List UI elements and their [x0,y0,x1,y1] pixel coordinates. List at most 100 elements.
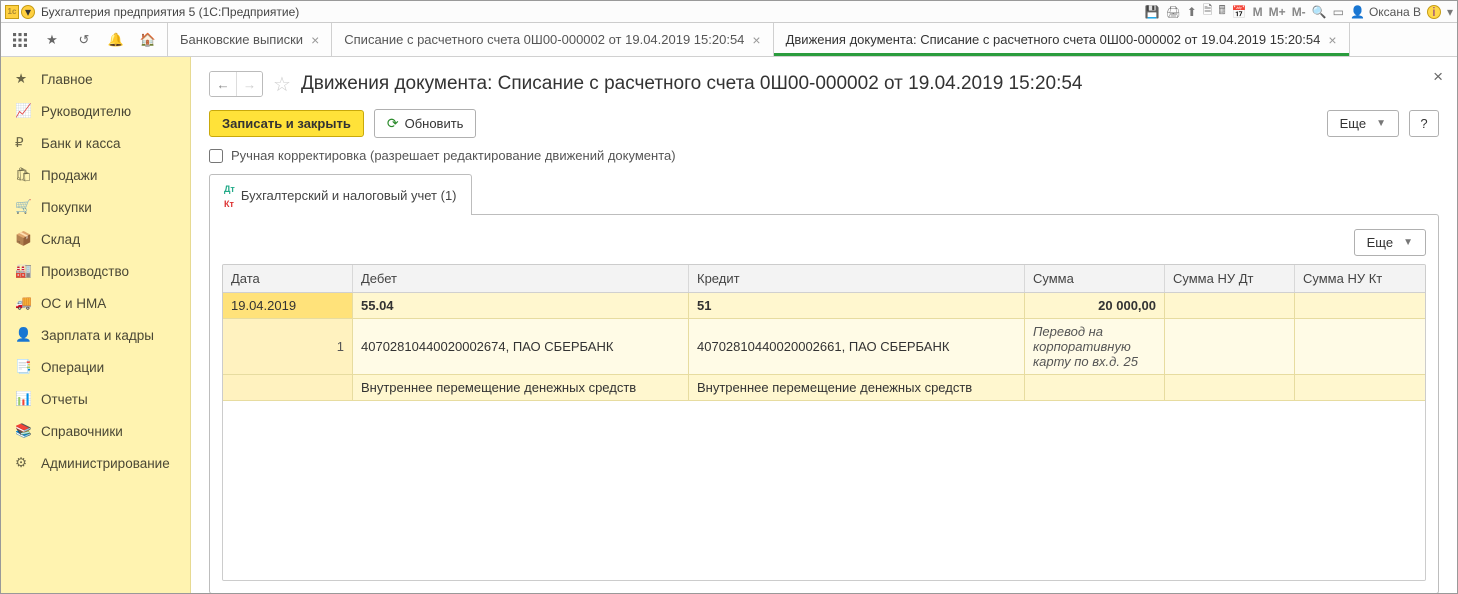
caret-down-icon: ▼ [1403,237,1413,248]
table-row[interactable]: 1 40702810440020002674, ПАО СБЕРБАНК 407… [223,319,1425,375]
col-debit[interactable]: Дебет [353,265,689,292]
ruble-icon: ₽ [15,135,31,151]
home-icon[interactable]: 🏠 [133,25,163,55]
sidebar-item-sales[interactable]: 🛍Продажи [1,159,190,191]
sidebar-item-label: Главное [41,72,93,87]
cell-credit-note: Внутреннее перемещение денежных средств [689,375,1025,401]
cell-nudt [1165,375,1295,401]
col-nukt[interactable]: Сумма НУ Кт [1295,265,1425,292]
cell-debit-note: Внутреннее перемещение денежных средств [353,375,689,401]
refresh-button[interactable]: ⟳ Обновить [374,109,477,138]
close-icon[interactable]: × [752,33,760,47]
windows-icon[interactable]: ▭ [1333,5,1344,19]
help-label: ? [1420,116,1427,131]
notifications-icon[interactable]: 🔔 [101,25,131,55]
sidebar-item-directories[interactable]: 📚Справочники [1,415,190,447]
sidebar-item-admin[interactable]: ⚙Администрирование [1,447,190,479]
sidebar-item-label: Банк и касса [41,136,121,151]
sidebar-item-label: Покупки [41,200,92,215]
sidebar-item-purchases[interactable]: 🛒 Покупки [1,191,190,223]
col-nudt[interactable]: Сумма НУ Дт [1165,265,1295,292]
tab-write-off[interactable]: Списание с расчетного счета 0Ш00-000002 … [332,23,773,56]
sidebar-item-manager[interactable]: 📈Руководителю [1,95,190,127]
star-icon: ★ [15,71,31,87]
page-close-icon[interactable]: × [1433,67,1443,87]
m-plus-icon[interactable]: M+ [1269,5,1286,19]
truck-icon: 🚚 [15,295,31,311]
apps-icon[interactable] [5,25,35,55]
dropdown-app-icon[interactable]: ▾ [21,5,35,19]
dt-kt-icon: ДтКт [224,180,235,210]
more-label: Еще [1367,235,1393,250]
favorite-icon[interactable]: ★ [37,25,67,55]
zoom-icon[interactable]: 🔍 [1312,5,1327,19]
postings-grid: Дата Дебет Кредит Сумма Сумма НУ Дт Сумм… [222,264,1426,581]
cell-credit-acc: 51 [697,298,711,313]
cell-sum: 20 000,00 [1098,298,1156,313]
print-icon[interactable]: 🖨 [1166,5,1181,19]
forward-button[interactable]: → [236,72,262,96]
panel: Еще ▼ Дата Дебет Кредит Сумма Сумма НУ Дт… [209,214,1439,593]
panel-tabs: ДтКт Бухгалтерский и налоговый учет (1) [209,173,1439,214]
tab-postings[interactable]: Движения документа: Списание с расчетног… [774,23,1350,56]
cell-nudt [1165,293,1295,319]
app-title: Бухгалтерия предприятия 5 (1С:Предприяти… [41,5,299,19]
quickbar: ★ ↺ 🔔 🏠 [1,23,168,56]
sidebar-item-production[interactable]: 🏭Производство [1,255,190,287]
table-row[interactable]: 19.04.2019 55.04 51 20 000,00 [223,293,1425,319]
more-button[interactable]: Еще▼ [1327,110,1399,137]
tab-accounting[interactable]: ДтКт Бухгалтерский и налоговый учет (1) [209,174,472,215]
close-icon[interactable]: × [311,33,319,47]
grid-more-button[interactable]: Еще ▼ [1354,229,1426,256]
tab-label: Банковские выписки [180,32,303,47]
calc-icon[interactable]: 🖩 [1219,1,1226,22]
sidebar-item-main[interactable]: ★ Главное [1,63,190,95]
col-credit[interactable]: Кредит [689,265,1025,292]
refresh-label: Обновить [405,116,464,131]
sidebar-item-label: ОС и НМА [41,296,106,311]
user-menu[interactable]: 👤 Оксана В [1350,5,1421,19]
manual-edit-checkbox[interactable] [209,149,223,163]
cell-debit-sub: 40702810440020002674, ПАО СБЕРБАНК [353,319,689,375]
save-close-button[interactable]: Записать и закрыть [209,110,364,137]
sidebar-item-operations[interactable]: 📑Операции [1,351,190,383]
export-icon[interactable]: ⬆ [1187,5,1197,19]
col-sum[interactable]: Сумма [1025,265,1165,292]
close-icon[interactable]: × [1328,33,1336,47]
app-logo-icon: 1c [5,5,19,19]
col-date[interactable]: Дата [223,265,353,292]
cell-empty [1025,375,1165,401]
appbar: ★ ↺ 🔔 🏠 Банковские выписки × Списание с … [1,23,1457,57]
help-button[interactable]: ? [1409,110,1439,137]
cell-date: 19.04.2019 [223,293,353,319]
sidebar-item-bank[interactable]: ₽ Банк и касса [1,127,190,159]
cart-icon: 🛒 [15,199,31,215]
tab-bank-statements[interactable]: Банковские выписки × [168,23,332,56]
sidebar-item-label: Операции [41,360,104,375]
sidebar-item-hr[interactable]: 👤Зарплата и кадры [1,319,190,351]
more-label: Еще [1340,116,1366,131]
m-icon[interactable]: M [1253,5,1263,19]
tab-label: Списание с расчетного счета 0Ш00-000002 … [344,32,744,47]
cell-credit-sub: 40702810440020002661, ПАО СБЕРБАНК [689,319,1025,375]
sidebar-item-assets[interactable]: 🚚 ОС и НМА [1,287,190,319]
sidebar-item-stock[interactable]: 📦Склад [1,223,190,255]
info-icon[interactable]: i [1427,5,1441,19]
minimize-icon[interactable]: ▾ [1447,5,1453,19]
user-name: Оксана В [1369,5,1421,19]
sidebar-item-label: Администрирование [41,456,170,471]
book-icon: 📚 [15,423,31,439]
cell-empty [223,375,353,401]
manual-edit-label: Ручная корректировка (разрешает редактир… [231,148,676,163]
history-icon[interactable]: ↺ [69,25,99,55]
back-button[interactable]: ← [210,72,236,96]
preview-icon[interactable]: 🗎 [1203,1,1213,22]
bars-icon: 📊 [15,391,31,407]
tab-accounting-label: Бухгалтерский и налоговый учет (1) [241,188,457,203]
m-minus-icon[interactable]: M- [1292,5,1306,19]
save-icon[interactable]: 💾 [1145,5,1160,19]
favorite-toggle-icon[interactable]: ☆ [273,72,291,97]
table-row[interactable]: Внутреннее перемещение денежных средств … [223,375,1425,401]
calendar-icon[interactable]: 📅 [1232,5,1247,19]
sidebar-item-reports[interactable]: 📊Отчеты [1,383,190,415]
